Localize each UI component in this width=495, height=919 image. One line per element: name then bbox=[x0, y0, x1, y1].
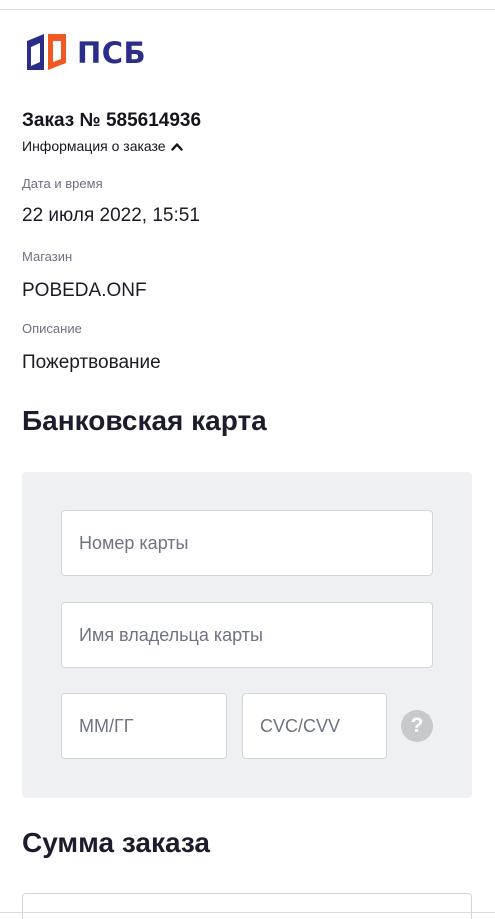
chevron-up-icon bbox=[170, 142, 183, 151]
card-number-input[interactable]: Номер карты bbox=[61, 510, 433, 576]
description-value: Пожертвование bbox=[22, 352, 161, 373]
card-number-placeholder: Номер карты bbox=[79, 532, 189, 553]
order-total-title: Сумма заказа bbox=[22, 827, 211, 858]
cvc-placeholder: CVC/CVV bbox=[260, 715, 341, 736]
order-info-toggle-label: Информация о заказе bbox=[22, 138, 166, 154]
datetime-label: Дата и время bbox=[22, 176, 103, 191]
expiry-input[interactable]: ММ/ГГ bbox=[61, 693, 227, 759]
logo-text: ПСБ bbox=[77, 35, 147, 70]
payment-page: ПСБ Заказ № 585614936 Информация о заказ… bbox=[0, 0, 495, 919]
order-info-toggle[interactable]: Информация о заказе bbox=[22, 138, 183, 154]
datetime-value: 22 июля 2022, 15:51 bbox=[22, 205, 200, 226]
store-label: Магазин bbox=[22, 249, 73, 264]
psb-logo: ПСБ bbox=[27, 33, 146, 71]
order-total-box bbox=[22, 893, 472, 919]
bank-card-title: Банковская карта bbox=[22, 405, 267, 436]
description-label: Описание bbox=[22, 321, 82, 336]
top-divider bbox=[0, 9, 495, 10]
expiry-placeholder: ММ/ГГ bbox=[79, 715, 134, 736]
cvc-input[interactable]: CVC/CVV bbox=[242, 693, 387, 759]
store-value: POBEDA.ONF bbox=[22, 280, 147, 301]
bottom-divider bbox=[0, 912, 495, 913]
card-holder-placeholder: Имя владельца карты bbox=[79, 624, 263, 645]
psb-logo-icon bbox=[27, 34, 66, 70]
order-title: Заказ № 585614936 bbox=[22, 110, 202, 131]
question-circle-icon[interactable]: ? bbox=[401, 710, 433, 742]
card-holder-input[interactable]: Имя владельца карты bbox=[61, 602, 433, 668]
